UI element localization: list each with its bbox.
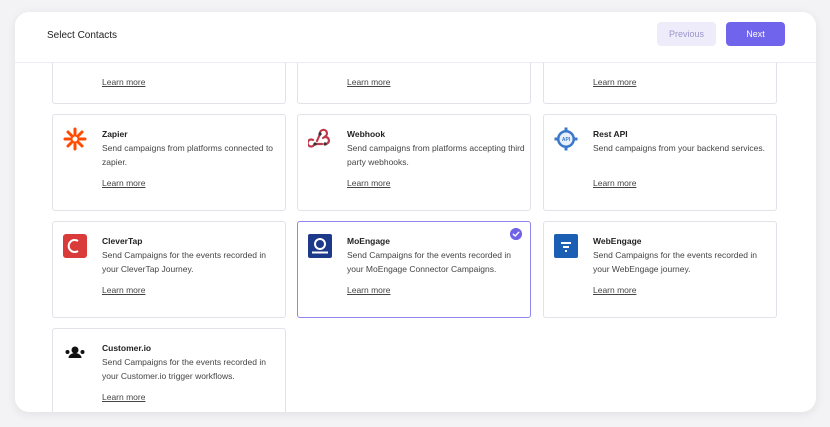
next-button[interactable]: Next [726, 22, 785, 46]
customerio-icon [65, 346, 85, 358]
integration-card-webhook[interactable]: Webhook Send campaigns from platforms ac… [297, 114, 531, 211]
card-description: Send campaigns from platforms accepting … [347, 143, 525, 167]
clevertap-icon [63, 234, 87, 258]
integration-card-rest-api[interactable]: API Rest API Send campaigns from your ba… [543, 114, 777, 211]
card-description: Send campaigns from your backend service… [593, 143, 765, 153]
integration-card-clevertap[interactable]: CleverTap Send Campaigns for the events … [52, 221, 286, 318]
svg-text:API: API [562, 137, 571, 143]
zapier-icon [63, 127, 87, 151]
webhook-icon [308, 128, 331, 148]
card-title: MoEngage [347, 236, 390, 246]
learn-more-link[interactable]: Learn more [102, 178, 145, 188]
learn-more-link[interactable]: Learn more [347, 285, 390, 295]
integration-card-moengage[interactable]: MoEngage Send Campaigns for the events r… [297, 221, 531, 318]
card-title: Customer.io [102, 343, 152, 353]
card-description: Send Campaigns for the events recorded i… [347, 250, 511, 274]
page-title: Select Contacts [47, 30, 118, 41]
integration-card-webengage[interactable]: WebEngage Send Campaigns for the events … [543, 221, 777, 318]
integration-card-customerio[interactable]: Customer.io Send Campaigns for the event… [52, 328, 286, 412]
api-icon: API [554, 127, 578, 151]
card-title: Webhook [347, 129, 386, 139]
card-description: Send campaigns from platforms connected … [102, 143, 274, 167]
select-contacts-dialog: Learn more Learn more Learn more Zapier … [15, 12, 816, 412]
card-description: Send Campaigns for the events recorded i… [593, 250, 757, 274]
card-title: Zapier [102, 129, 128, 139]
card-description: Send Campaigns for the events recorded i… [102, 357, 266, 381]
webengage-icon [554, 234, 578, 258]
card-title: WebEngage [593, 236, 642, 246]
integration-card-zapier[interactable]: Zapier Send campaigns from platforms con… [52, 114, 286, 211]
learn-more-link[interactable]: Learn more [102, 77, 145, 87]
learn-more-link[interactable]: Learn more [102, 285, 145, 295]
previous-button[interactable]: Previous [657, 22, 716, 46]
learn-more-link[interactable]: Learn more [593, 178, 636, 188]
learn-more-link[interactable]: Learn more [593, 285, 636, 295]
learn-more-link[interactable]: Learn more [102, 392, 145, 402]
card-title: Rest API [593, 129, 628, 139]
learn-more-link[interactable]: Learn more [347, 77, 390, 87]
learn-more-link[interactable]: Learn more [347, 178, 390, 188]
learn-more-link[interactable]: Learn more [593, 77, 636, 87]
moengage-icon [308, 234, 332, 258]
card-description: Send Campaigns for the events recorded i… [102, 250, 266, 274]
selected-check-icon [510, 228, 522, 240]
card-title: CleverTap [102, 236, 143, 246]
dialog-header: Select Contacts Previous Next [15, 12, 816, 63]
